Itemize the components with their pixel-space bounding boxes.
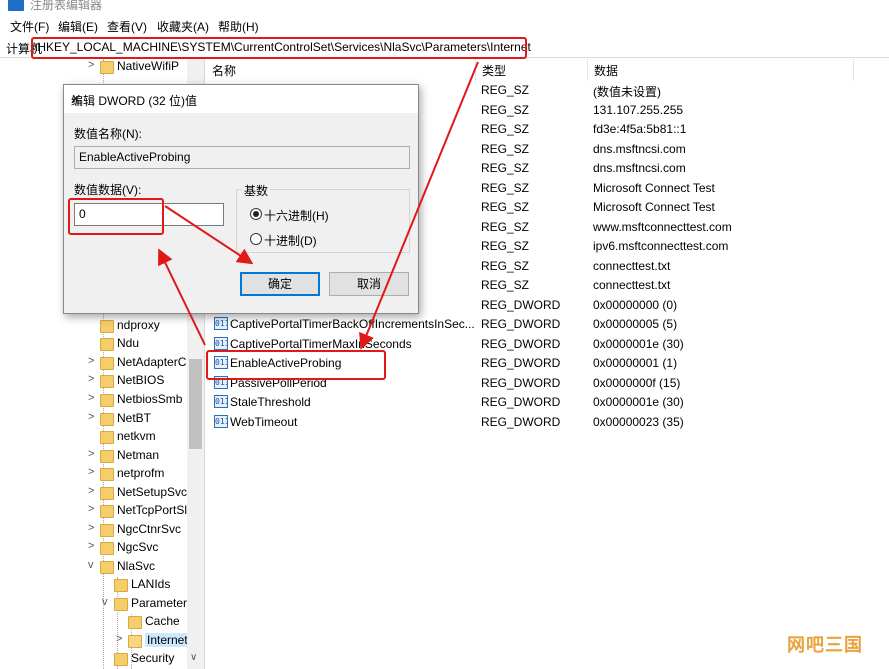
folder-icon	[100, 413, 114, 426]
table-row[interactable]: 011CaptivePortalTimerBackOffIncrementsIn…	[206, 315, 889, 335]
menu-file[interactable]: 文件(F)	[10, 18, 49, 35]
chevron-down-icon[interactable]: v	[88, 559, 98, 571]
folder-icon	[100, 357, 114, 370]
chevron-right-icon[interactable]: >	[88, 448, 98, 460]
folder-open-icon	[100, 561, 114, 574]
chevron-right-icon[interactable]: >	[88, 503, 98, 515]
dword-value-icon: 011	[214, 336, 228, 350]
scrollbar-thumb[interactable]	[189, 359, 202, 449]
dec-radio-label[interactable]: 十进制(D)	[264, 232, 317, 249]
close-icon[interactable]: ✕	[71, 92, 409, 106]
folder-icon	[100, 431, 114, 444]
dec-radio[interactable]	[250, 233, 262, 245]
menu-view[interactable]: 查看(V)	[107, 18, 147, 35]
chevron-right-icon[interactable]: >	[116, 633, 126, 645]
chevron-right-icon[interactable]: >	[88, 373, 98, 385]
value-name-field: EnableActiveProbing	[74, 146, 410, 169]
chevron-right-icon[interactable]: >	[88, 59, 98, 71]
folder-icon	[100, 320, 114, 333]
value-name-label: 数值名称(N):	[74, 127, 142, 141]
folder-icon	[100, 524, 114, 537]
menu-edit[interactable]: 编辑(E)	[58, 18, 98, 35]
tree-node-label: NativeWifiP	[117, 59, 180, 73]
folder-icon	[100, 61, 114, 74]
table-row[interactable]: 011WebTimeoutREG_DWORD0x00000023 (35)	[206, 413, 889, 433]
folder-icon	[100, 394, 114, 407]
folder-open-icon	[128, 635, 142, 648]
address-highlight-box	[31, 37, 527, 59]
ok-button[interactable]: 确定	[240, 272, 320, 296]
menu-help[interactable]: 帮助(H)	[218, 18, 259, 35]
folder-icon	[114, 579, 128, 592]
scroll-down-icon[interactable]: ∨	[190, 652, 197, 663]
folder-icon	[100, 487, 114, 500]
dword-value-icon: 011	[214, 414, 228, 428]
chevron-down-icon[interactable]: v	[102, 596, 112, 608]
chevron-right-icon[interactable]: >	[88, 411, 98, 423]
folder-open-icon	[114, 598, 128, 611]
column-type-header[interactable]: 类型	[476, 59, 588, 81]
chevron-right-icon[interactable]: >	[88, 392, 98, 404]
chevron-right-icon[interactable]: >	[88, 355, 98, 367]
folder-icon	[100, 338, 114, 351]
column-name-header[interactable]: 名称	[206, 59, 476, 81]
folder-icon	[114, 653, 128, 666]
window-title: 注册表编辑器	[30, 0, 103, 12]
title-bar: 注册表编辑器	[0, 0, 889, 14]
dword-value-icon: 011	[214, 317, 228, 330]
dword-value-icon: 011	[214, 395, 228, 408]
table-row[interactable]: 011StaleThresholdREG_DWORD0x0000001e (30…	[206, 393, 889, 413]
regedit-app-icon	[8, 0, 24, 11]
value-data-label: 数值数据(V):	[74, 183, 142, 197]
data-input-highlight-box	[68, 198, 164, 235]
folder-icon	[100, 468, 114, 481]
chevron-right-icon[interactable]: >	[88, 485, 98, 497]
menu-favorites[interactable]: 收藏夹(A)	[157, 18, 209, 35]
chevron-right-icon[interactable]: >	[88, 466, 98, 478]
folder-icon	[100, 375, 114, 388]
chevron-right-icon[interactable]: >	[88, 540, 98, 552]
hex-radio-label[interactable]: 十六进制(H)	[264, 207, 329, 224]
folder-icon	[100, 542, 114, 555]
hex-radio[interactable]	[250, 208, 262, 220]
folder-icon	[128, 616, 142, 629]
watermark-logo: 网吧三国	[787, 635, 863, 655]
folder-icon	[100, 450, 114, 463]
dialog-titlebar: 编辑 DWORD (32 位)值 ✕	[64, 85, 418, 113]
column-data-header[interactable]: 数据	[588, 59, 854, 81]
row-highlight-box	[206, 350, 386, 380]
base-group-label: 基数	[242, 182, 271, 199]
folder-icon	[100, 505, 114, 518]
cancel-button[interactable]: 取消	[329, 272, 409, 296]
chevron-right-icon[interactable]: >	[88, 522, 98, 534]
menu-bar: 文件(F) 编辑(E) 查看(V) 收藏夹(A) 帮助(H)	[0, 14, 889, 36]
